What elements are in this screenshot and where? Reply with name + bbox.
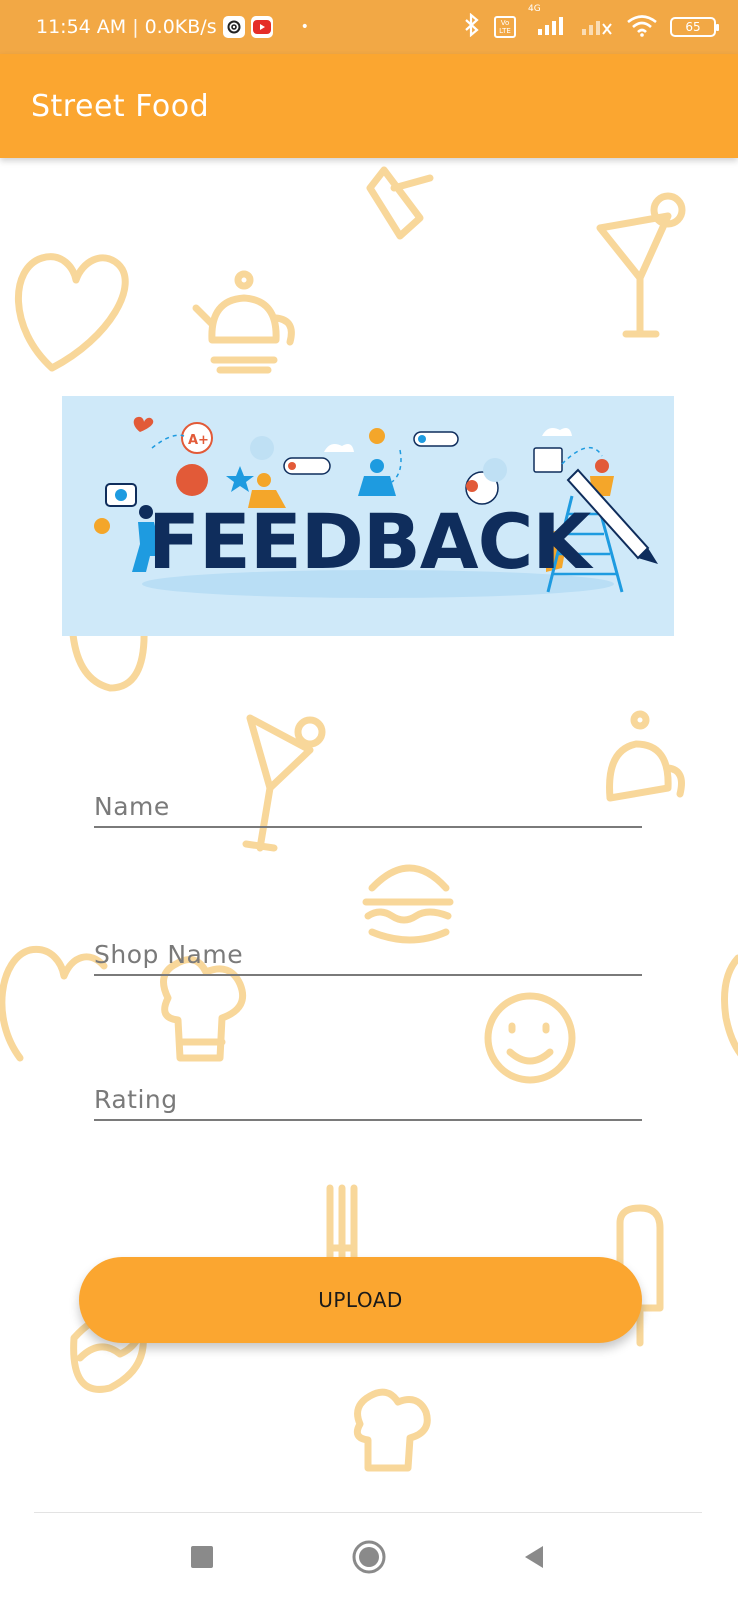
- teapot-doodle-icon: [192, 270, 295, 374]
- shop-name-field[interactable]: [94, 916, 642, 976]
- heart-doodle-icon: [0, 945, 108, 1062]
- status-left: 11:54 AM | 0.0KB/s •: [36, 16, 309, 38]
- home-icon: [352, 1540, 386, 1574]
- recents-icon: [191, 1546, 213, 1568]
- upload-button[interactable]: UPLOAD: [79, 1257, 642, 1343]
- navigation-bar: [0, 1513, 738, 1600]
- status-net-speed: 0.0KB/s: [144, 16, 217, 38]
- signal-icon: [580, 14, 614, 41]
- app-bar: Street Food: [0, 54, 738, 158]
- youtube-icon: [250, 16, 273, 38]
- signal-icon: 4G: [528, 4, 568, 41]
- rating-field[interactable]: [94, 1061, 642, 1121]
- rating-input[interactable]: [94, 1061, 642, 1119]
- wifi-icon: [626, 13, 658, 42]
- home-button[interactable]: [347, 1535, 391, 1579]
- network-type-label: 4G: [528, 3, 541, 14]
- status-time: 11:54 AM: [36, 16, 127, 38]
- shop-name-input[interactable]: [94, 916, 642, 974]
- threads-icon: [222, 16, 245, 38]
- app-title: Street Food: [31, 88, 210, 124]
- cake-doodle-icon: [366, 166, 434, 240]
- feedback-illustration: A+ FEEDBACK: [94, 416, 658, 598]
- feedback-banner: A+ FEEDBACK: [62, 396, 674, 636]
- dot-icon: •: [300, 19, 309, 35]
- battery-icon: 65: [670, 17, 719, 37]
- name-field[interactable]: [94, 768, 642, 828]
- bluetooth-icon: [462, 12, 482, 42]
- status-right: Vo LTE 4G 65: [462, 4, 719, 42]
- grade-badge: A+: [188, 433, 209, 448]
- cocktail-doodle-icon: [596, 192, 686, 338]
- back-button[interactable]: [512, 1535, 556, 1579]
- status-separator: |: [132, 16, 139, 38]
- volte-icon: Vo LTE: [494, 16, 516, 38]
- name-input[interactable]: [94, 768, 642, 826]
- chef-hat-doodle-icon: [353, 1388, 431, 1472]
- heart-doodle-icon: [14, 253, 129, 372]
- back-icon: [525, 1546, 543, 1568]
- status-bar: 11:54 AM | 0.0KB/s • Vo LTE 4G 65: [0, 0, 738, 54]
- recents-button[interactable]: [180, 1535, 224, 1579]
- feedback-word: FEEDBACK: [148, 497, 594, 586]
- heart-doodle-icon: [721, 954, 738, 1057]
